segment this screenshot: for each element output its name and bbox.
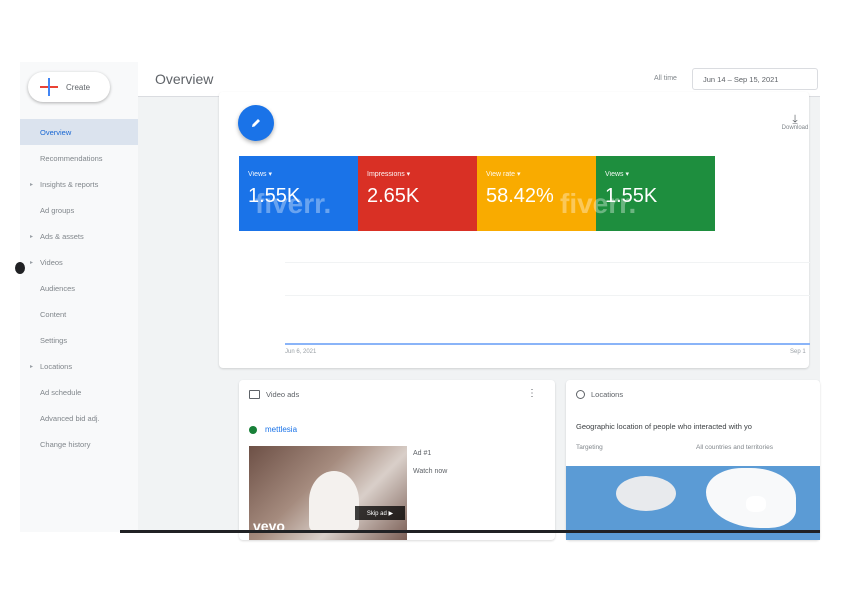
- plus-icon: [38, 76, 60, 98]
- sidebar-item-label: Audiences: [40, 283, 76, 293]
- chart-x-start-label: Jun 6, 2021: [285, 349, 317, 355]
- metric-label: Views ▾: [248, 171, 273, 178]
- sidebar-item-label: Recommendations: [40, 153, 103, 163]
- sidebar-item[interactable]: ▸ Insights & reports: [20, 171, 138, 197]
- metric-label: Impressions ▾: [367, 171, 411, 178]
- globe-icon: [576, 390, 585, 399]
- chart-gridline: [285, 262, 810, 263]
- sidebar: Create Overview Recommendations ▸ Insights …: [20, 62, 138, 532]
- ad-cta: Watch now: [413, 468, 448, 475]
- expand-arrow-icon: ▸: [30, 259, 34, 266]
- thumbnail-figure: [309, 471, 359, 531]
- targeting-value: All countries and territories: [696, 444, 773, 451]
- sidebar-item-label: Advanced bid adj.: [40, 413, 100, 423]
- sidebar-item-label: Content: [40, 309, 67, 319]
- page-title: Overview: [155, 71, 214, 87]
- metric-label: Views ▾: [605, 171, 630, 178]
- expand-arrow-icon: ▸: [30, 233, 34, 240]
- chart-gridline: [285, 295, 810, 296]
- time-range-label: All time: [654, 75, 677, 82]
- ad-thumbnail[interactable]: vevo Skip ad ▶: [249, 446, 407, 540]
- locations-header: Locations: [576, 390, 623, 399]
- sidebar-item-label: Overview: [40, 127, 72, 137]
- expand-arrow-icon: ▸: [30, 363, 34, 370]
- pencil-icon: [252, 119, 260, 127]
- sidebar-item-label: Change history: [40, 439, 91, 449]
- sidebar-item-label: Ad schedule: [40, 387, 82, 397]
- sidebar-item-label: Ad groups: [40, 205, 75, 215]
- channel-name: mettlesia: [265, 425, 298, 434]
- metric-value: 2.65K: [367, 185, 420, 207]
- sidebar-item[interactable]: Ad groups: [20, 197, 138, 223]
- expand-arrow-icon: ▸: [30, 181, 34, 188]
- watermark-text: fiverr.: [255, 188, 332, 219]
- status-dot-icon: [249, 425, 257, 434]
- locations-card: Locations Geographic location of people …: [566, 380, 820, 540]
- sidebar-item-label: Locations: [40, 361, 73, 371]
- edit-button[interactable]: [238, 105, 274, 141]
- video-ads-title: Video ads: [266, 390, 300, 399]
- video-ads-icon: [249, 390, 260, 399]
- ad-number: Ad #1: [413, 450, 432, 457]
- sidebar-item[interactable]: Content: [20, 301, 138, 327]
- metric-tile[interactable]: Impressions ▾ 2.65K: [358, 156, 477, 231]
- sidebar-item-label: Videos: [40, 257, 63, 267]
- sidebar-item-label: Insights & reports: [40, 179, 99, 189]
- sidebar-item[interactable]: Ad schedule: [20, 379, 138, 405]
- location-map[interactable]: [566, 466, 820, 540]
- date-range-picker[interactable]: Jun 14 – Sep 15, 2021: [692, 68, 818, 90]
- sidebar-nav: Overview Recommendations ▸ Insights & repor…: [20, 119, 138, 457]
- channel-link[interactable]: mettlesia: [249, 425, 297, 434]
- locations-title: Locations: [591, 390, 624, 399]
- watermark-text: fiverr.: [560, 188, 637, 219]
- create-button[interactable]: Create: [28, 72, 110, 102]
- download-button[interactable]: ⤓ Download: [770, 113, 820, 131]
- metric-label: View rate ▾: [486, 171, 521, 178]
- edge-marker-icon: [15, 262, 25, 274]
- sidebar-item[interactable]: Recommendations: [20, 145, 138, 171]
- chart-x-end-label: Sep 1: [790, 349, 806, 355]
- video-ads-card: Video ads ⋮ mettlesia vevo Skip ad ▶ Ad …: [239, 380, 555, 540]
- sidebar-item[interactable]: ▸ Videos: [20, 249, 138, 275]
- sidebar-item[interactable]: ▸ Locations: [20, 353, 138, 379]
- sidebar-item-label: Settings: [40, 335, 68, 345]
- sidebar-item[interactable]: Change history: [20, 431, 138, 457]
- bottom-border: [120, 530, 820, 533]
- sidebar-item[interactable]: Overview: [20, 119, 138, 145]
- more-options-icon[interactable]: ⋮: [527, 388, 537, 399]
- download-icon: ⤓: [792, 112, 798, 126]
- video-ads-header: Video ads: [249, 390, 299, 399]
- download-label: Download: [781, 125, 809, 131]
- sidebar-item-label: Ads & assets: [40, 231, 84, 241]
- sidebar-item[interactable]: Advanced bid adj.: [20, 405, 138, 431]
- skip-ad-button: Skip ad ▶: [355, 506, 405, 520]
- sidebar-item[interactable]: ▸ Ads & assets: [20, 223, 138, 249]
- sidebar-item[interactable]: Audiences: [20, 275, 138, 301]
- create-label: Create: [66, 82, 91, 92]
- chart-line: [285, 343, 810, 345]
- sidebar-item[interactable]: Settings: [20, 327, 138, 353]
- targeting-label: Targeting: [576, 444, 603, 451]
- locations-description: Geographic location of people who intera…: [576, 422, 752, 431]
